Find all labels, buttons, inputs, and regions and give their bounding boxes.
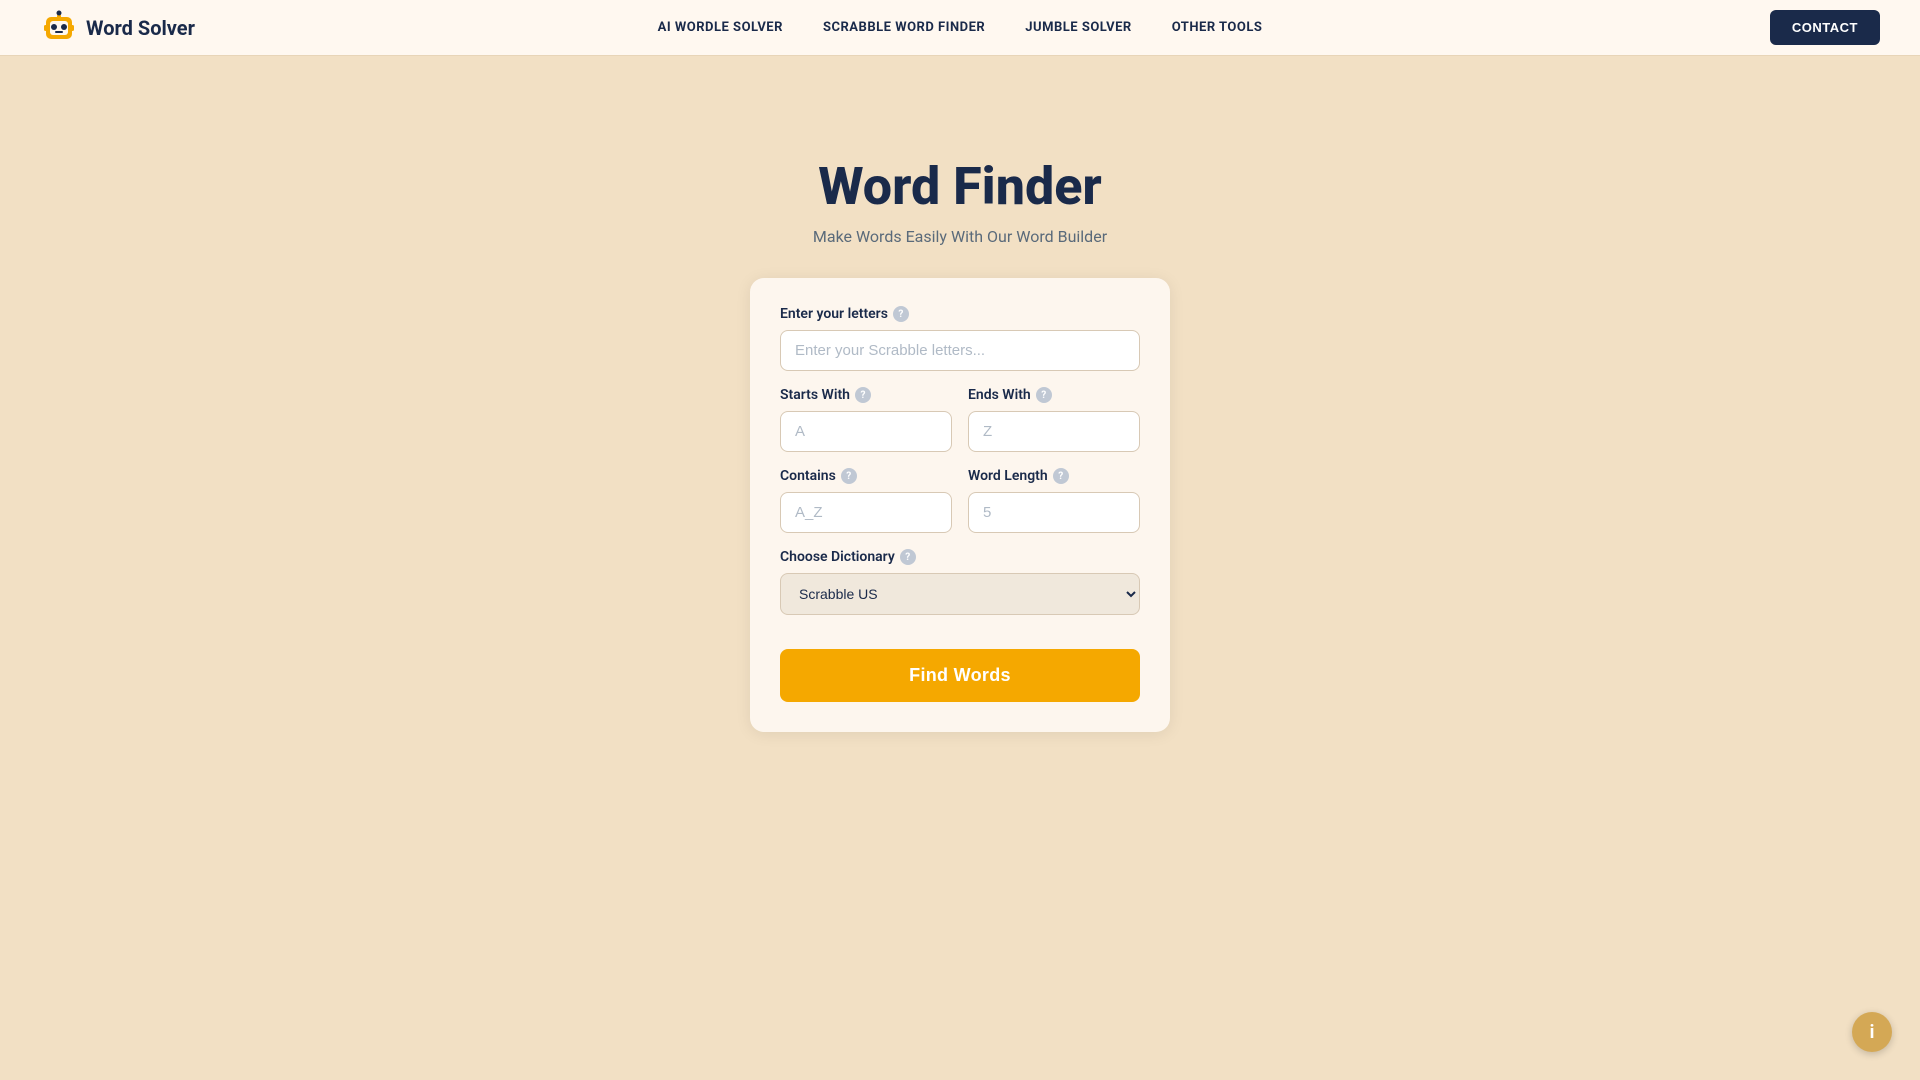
find-words-button[interactable]: Find Words <box>780 649 1140 702</box>
dictionary-field-group: Choose Dictionary ? Scrabble US Scrabble… <box>780 549 1140 615</box>
nav-links: AI WORDLE SOLVER SCRABBLE WORD FINDER JU… <box>658 20 1263 35</box>
nav-ai-wordle-solver[interactable]: AI WORDLE SOLVER <box>658 20 783 35</box>
nav-jumble-solver[interactable]: JUMBLE SOLVER <box>1025 20 1131 35</box>
starts-with-field-group: Starts With ? <box>780 387 952 452</box>
info-fab-button[interactable]: i <box>1852 1012 1892 1052</box>
logo[interactable]: Word Solver <box>40 9 195 47</box>
contact-button[interactable]: CONTACT <box>1770 10 1880 45</box>
page-title: Word Finder <box>818 156 1102 217</box>
ends-with-help-icon[interactable]: ? <box>1036 387 1052 403</box>
contains-help-icon[interactable]: ? <box>841 468 857 484</box>
letters-help-icon[interactable]: ? <box>893 306 909 322</box>
navbar: Word Solver AI WORDLE SOLVER SCRABBLE WO… <box>0 0 1920 56</box>
starts-ends-row: Starts With ? Ends With ? <box>780 387 1140 452</box>
letters-input[interactable] <box>780 330 1140 371</box>
logo-text: Word Solver <box>86 16 195 40</box>
starts-with-label: Starts With ? <box>780 387 952 403</box>
page-subtitle: Make Words Easily With Our Word Builder <box>813 227 1107 246</box>
word-length-field-group: Word Length ? <box>968 468 1140 533</box>
contains-label: Contains ? <box>780 468 952 484</box>
dictionary-help-icon[interactable]: ? <box>900 549 916 565</box>
contains-length-row: Contains ? Word Length ? <box>780 468 1140 533</box>
ends-with-input[interactable] <box>968 411 1140 452</box>
dictionary-select[interactable]: Scrabble US Scrabble UK Words With Frien… <box>780 573 1140 615</box>
starts-with-input[interactable] <box>780 411 952 452</box>
word-length-label: Word Length ? <box>968 468 1140 484</box>
main-content: Word Finder Make Words Easily With Our W… <box>0 56 1920 732</box>
nav-scrabble-word-finder[interactable]: SCRABBLE WORD FINDER <box>823 20 985 35</box>
navbar-right: CONTACT <box>1770 10 1880 45</box>
starts-with-help-icon[interactable]: ? <box>855 387 871 403</box>
contains-field-group: Contains ? <box>780 468 952 533</box>
word-length-input[interactable] <box>968 492 1140 533</box>
ends-with-label: Ends With ? <box>968 387 1140 403</box>
word-finder-form-card: Enter your letters ? Starts With ? Ends … <box>750 278 1170 732</box>
letters-field-group: Enter your letters ? <box>780 306 1140 371</box>
letters-label: Enter your letters ? <box>780 306 1140 322</box>
contains-input[interactable] <box>780 492 952 533</box>
info-icon: i <box>1870 1022 1875 1043</box>
word-length-help-icon[interactable]: ? <box>1053 468 1069 484</box>
dictionary-label: Choose Dictionary ? <box>780 549 1140 565</box>
ends-with-field-group: Ends With ? <box>968 387 1140 452</box>
logo-icon <box>40 9 78 47</box>
nav-other-tools[interactable]: OTHER TOOLS <box>1172 20 1263 35</box>
